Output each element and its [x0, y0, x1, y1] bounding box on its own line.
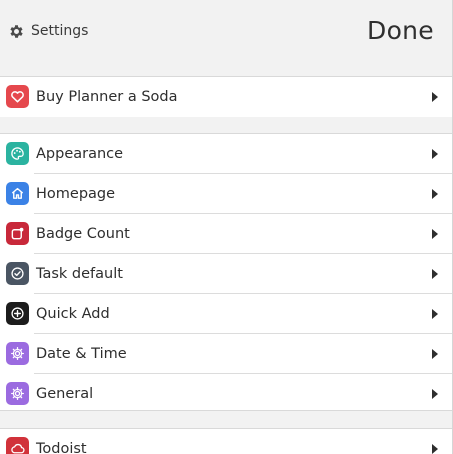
row-appearance[interactable]: Appearance: [0, 134, 452, 174]
check-circle-icon: [6, 262, 29, 285]
row-label: Homepage: [36, 186, 116, 202]
row-date-time[interactable]: Date & Time: [0, 334, 452, 374]
row-label: Todoist: [36, 441, 87, 454]
chevron-right-icon: [432, 389, 438, 399]
row-label: Badge Count: [36, 226, 130, 242]
settings-window: Settings Done Buy Planner a Soda Appeara…: [0, 0, 453, 454]
heart-icon: [6, 85, 29, 108]
row-todoist[interactable]: Todoist: [0, 429, 452, 454]
row-label: Appearance: [36, 146, 124, 162]
done-button[interactable]: Done: [367, 14, 434, 48]
chevron-right-icon: [432, 229, 438, 239]
row-quick-add[interactable]: Quick Add: [0, 294, 452, 334]
cog-icon: [6, 342, 29, 365]
row-task-default[interactable]: Task default: [0, 254, 452, 294]
gear-icon: [8, 23, 25, 40]
chevron-right-icon: [432, 92, 438, 102]
row-label: Buy Planner a Soda: [36, 89, 178, 105]
plus-circle-icon: [6, 302, 29, 325]
row-badge-count[interactable]: Badge Count: [0, 214, 452, 254]
chevron-right-icon: [432, 309, 438, 319]
section-gap: [0, 410, 452, 429]
row-label: General: [36, 386, 94, 402]
section-gap: [0, 117, 452, 134]
chevron-right-icon: [432, 269, 438, 279]
badge-icon: [6, 222, 29, 245]
home-icon: [6, 182, 29, 205]
row-general[interactable]: General: [0, 374, 452, 414]
chevron-right-icon: [432, 349, 438, 359]
row-label: Quick Add: [36, 306, 110, 322]
chevron-right-icon: [432, 189, 438, 199]
row-label: Task default: [36, 266, 123, 282]
chevron-right-icon: [432, 444, 438, 454]
row-buy-planner-a-soda[interactable]: Buy Planner a Soda: [0, 77, 452, 117]
cloud-icon: [6, 437, 29, 454]
row-label: Date & Time: [36, 346, 127, 362]
row-homepage[interactable]: Homepage: [0, 174, 452, 214]
header-bar: Settings Done: [0, 0, 452, 77]
palette-icon: [6, 142, 29, 165]
page-title: Settings: [8, 21, 88, 41]
cog-icon: [6, 382, 29, 405]
page-title-text: Settings: [31, 23, 89, 39]
chevron-right-icon: [432, 149, 438, 159]
